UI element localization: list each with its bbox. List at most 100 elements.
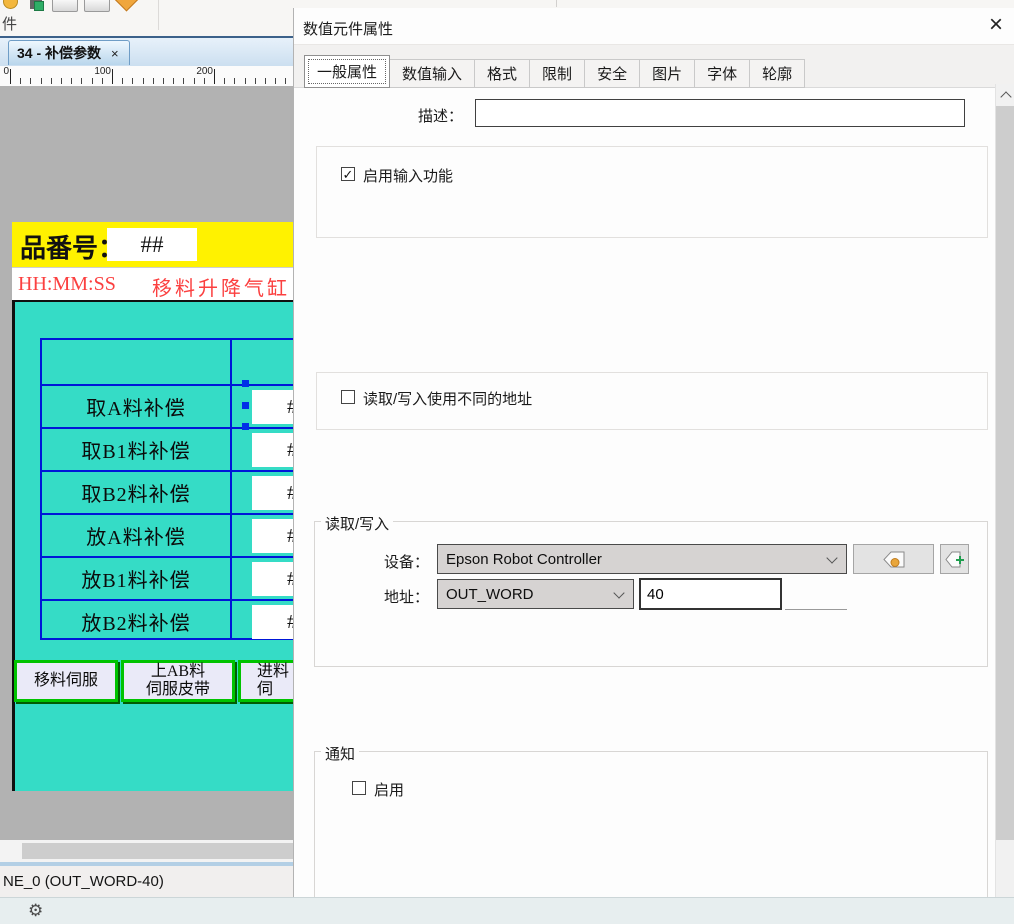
ruler-tick (163, 78, 164, 84)
tab-close-icon[interactable]: × (111, 46, 119, 61)
toolbar-button-icon[interactable] (84, 0, 110, 12)
dialog-tab-label: 格式 (487, 63, 517, 84)
ruler-tick (71, 78, 72, 84)
horizontal-ruler: 0100200 (0, 66, 294, 87)
toolbar-circle-icon[interactable] (3, 0, 18, 9)
ruler-tick (102, 78, 103, 84)
hmi-row-label: 取B1料补偿 (42, 429, 230, 470)
toolbar-element-icon[interactable] (30, 0, 42, 9)
ruler-tick (41, 78, 42, 84)
hmi-button[interactable]: 移料伺服 (14, 660, 118, 702)
read-write-group: 读取/写入 设备： Epson Robot Controller 地址： (314, 521, 988, 667)
ruler-tick (143, 78, 144, 84)
ruler-tick (194, 78, 195, 84)
dialog-tab-7[interactable]: 轮廓 (750, 59, 805, 88)
document-tab-label: 34 - 补偿参数 (17, 43, 101, 63)
vertical-scrollbar[interactable] (995, 84, 1014, 924)
ruler-tick (214, 69, 215, 84)
ruler-tick (234, 78, 235, 84)
dialog-tab-3[interactable]: 限制 (530, 59, 585, 88)
notification-group: 通知 启用 (314, 751, 988, 901)
enable-input-checkbox[interactable]: ✓ (341, 167, 355, 181)
ruler-tick-label: 0 (3, 66, 10, 77)
toolbar-separator (556, 0, 557, 7)
hmi-row-label: 放B2料补偿 (42, 601, 230, 642)
toolbar-diamond-icon[interactable] (114, 0, 138, 12)
status-bar: NE_0 (OUT_WORD-40) (0, 866, 294, 897)
close-icon[interactable]: × (989, 11, 1003, 39)
hmi-button-label: 进料 (257, 663, 289, 681)
selection-handle[interactable] (242, 380, 249, 387)
selected-element-status: NE_0 (OUT_WORD-40) (0, 873, 164, 890)
address-extra-underline (785, 609, 847, 610)
description-input[interactable] (475, 99, 965, 127)
gear-icon[interactable]: ⚙ (28, 901, 43, 921)
chevron-down-icon (613, 587, 624, 598)
screen: 件 34 - 补偿参数 × 0100200 品番号： ## HH:MM:SS 移… (0, 0, 1014, 924)
device-label: 设备： (345, 551, 429, 572)
ruler-tick (255, 78, 256, 84)
chevron-up-icon (1000, 91, 1011, 102)
dialog-tab-label: 限制 (542, 63, 572, 84)
scrollbar-up-button[interactable] (996, 84, 1014, 106)
part-number-field[interactable]: ## (107, 228, 197, 261)
toolbar-button-icon[interactable] (52, 0, 78, 12)
ruler-tick (275, 78, 276, 84)
dialog-tab-4[interactable]: 安全 (585, 59, 640, 88)
tag-add-icon (945, 551, 965, 568)
selection-handle[interactable] (242, 402, 249, 409)
part-number-value: ## (141, 232, 164, 258)
ruler-tick (51, 78, 52, 84)
toolbar-separator (158, 0, 159, 30)
dialog-tab-2[interactable]: 格式 (475, 59, 530, 88)
ruler-tick (204, 78, 205, 84)
notification-legend: 通知 (321, 743, 359, 764)
menu-label[interactable]: 件 (2, 13, 17, 34)
dialog-tab-0[interactable]: 一般属性 (304, 55, 390, 88)
ruler-tick-label: 100 (94, 66, 112, 77)
dialog-tab-label: 数值输入 (402, 63, 462, 84)
dialog-tab-6[interactable]: 字体 (695, 59, 750, 88)
ruler-tick (132, 78, 133, 84)
ruler-tick (112, 69, 113, 84)
add-device-button[interactable] (940, 544, 969, 574)
hmi-button-label: 移料伺服 (34, 672, 98, 690)
address-type-dropdown[interactable]: OUT_WORD (437, 579, 634, 609)
hmi-button-label: 伺 (257, 681, 273, 699)
edit-device-button[interactable] (853, 544, 934, 574)
hmi-button[interactable]: 上AB料伺服皮带 (121, 660, 235, 702)
chevron-down-icon (826, 552, 837, 563)
selection-handle[interactable] (242, 423, 249, 430)
enable-input-group: ✓ 启用输入功能 (316, 146, 988, 238)
horizontal-scrollbar[interactable] (0, 840, 294, 862)
device-dropdown[interactable]: Epson Robot Controller (437, 544, 847, 574)
dialog-tab-label: 图片 (652, 63, 682, 84)
ruler-tick (10, 69, 11, 84)
dialog-tab-5[interactable]: 图片 (640, 59, 695, 88)
ruler-tick (183, 78, 184, 84)
clock-text: HH:MM:SS (18, 273, 116, 296)
notification-enable-checkbox[interactable] (352, 781, 366, 795)
address-value-input[interactable] (639, 578, 782, 610)
read-write-legend: 读取/写入 (321, 513, 393, 534)
dialog-tab-1[interactable]: 数值输入 (390, 59, 475, 88)
properties-dialog: 数值元件属性 × 一般属性数值输入格式限制安全图片字体轮廓 描述： ✓ 启用输入… (293, 8, 1014, 924)
enable-input-label: 启用输入功能 (363, 165, 453, 186)
tag-edit-icon (882, 551, 906, 568)
ruler-tick (20, 78, 21, 84)
ruler-tick (285, 78, 286, 84)
ruler-tick (30, 78, 31, 84)
document-tab[interactable]: 34 - 补偿参数 × (8, 40, 130, 65)
ruler-tick (265, 78, 266, 84)
ruler-tick (245, 78, 246, 84)
address-type-value: OUT_WORD (438, 586, 534, 603)
address-label: 地址： (345, 586, 429, 607)
dialog-tab-label: 安全 (597, 63, 627, 84)
different-address-checkbox[interactable] (341, 390, 355, 404)
dialog-tabbar: 一般属性数值输入 格式 限制 安全 图片字体轮廓 (304, 55, 805, 88)
ruler-tick (92, 78, 93, 84)
vertical-scrollbar-thumb[interactable] (996, 106, 1014, 840)
ruler-tick (81, 78, 82, 84)
dialog-tab-label: 轮廓 (762, 63, 792, 84)
ruler-tick (173, 78, 174, 84)
